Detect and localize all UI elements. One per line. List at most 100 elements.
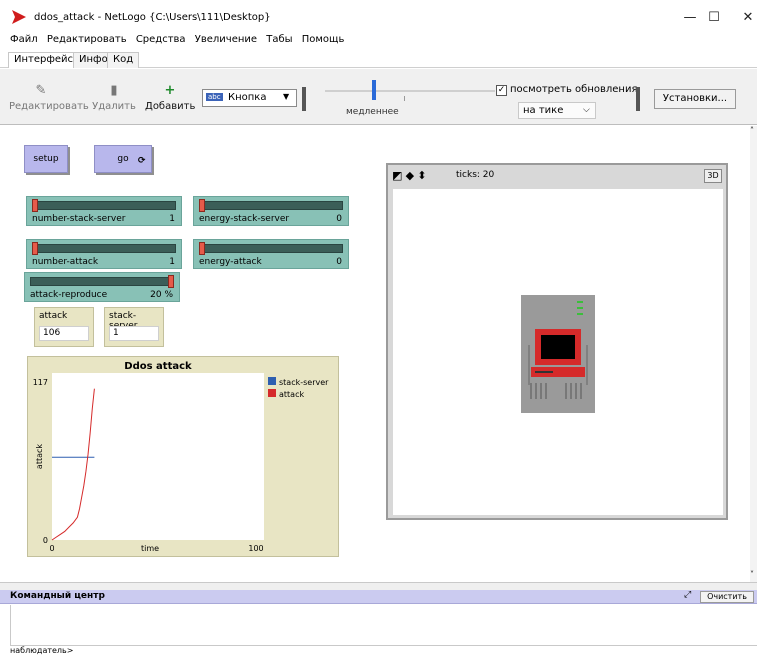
interface-scrollbar[interactable]: ˄ ˅ — [750, 126, 757, 582]
settings-button[interactable]: Установки... — [654, 89, 736, 109]
slider-knob[interactable] — [199, 242, 205, 255]
menu-tools[interactable]: Средства — [136, 34, 186, 45]
slider-track[interactable] — [199, 201, 343, 210]
delete-label: Удалить — [92, 101, 136, 112]
slider-number-stack-server[interactable]: number-stack-server 1 — [26, 196, 182, 226]
edit-label: Редактировать — [9, 101, 89, 112]
tab-interface[interactable]: Интерфейс — [8, 52, 80, 68]
menu-tabs[interactable]: Табы — [266, 34, 292, 45]
window-title: ddos_attack - NetLogo {C:\Users\111\Desk… — [34, 12, 271, 23]
slider-track[interactable] — [199, 244, 343, 253]
forever-icon: ⟳ — [138, 156, 146, 166]
ticks-counter: ticks: 20 — [456, 170, 495, 180]
go-label: go — [117, 154, 129, 164]
clear-button[interactable]: Очистить — [700, 591, 754, 603]
menu-zoom[interactable]: Увеличение — [195, 34, 257, 45]
x-tick-label: 100 — [248, 544, 263, 553]
slider-energy-stack-server[interactable]: energy-stack-server 0 — [193, 196, 349, 226]
slider-knob[interactable] — [32, 199, 38, 212]
widget-type-value: Кнопка — [228, 92, 267, 103]
slider-name: attack-reproduce — [30, 290, 108, 300]
view-updates-checkbox[interactable]: ✓ — [496, 85, 507, 96]
menu-bar: Файл Редактировать Средства Увеличение Т… — [0, 34, 757, 50]
trash-icon: ▮ — [110, 83, 118, 98]
slider-name: energy-attack — [199, 257, 262, 267]
plus-icon: + — [164, 83, 176, 98]
add-tool[interactable]: + Добавить — [145, 83, 195, 112]
widget-type-icon: abc — [206, 93, 223, 101]
update-mode-select[interactable]: на тике ⌵ — [518, 102, 596, 119]
slider-knob[interactable] — [168, 275, 174, 288]
speed-slider-track[interactable] — [325, 90, 495, 92]
netlogo-logo-icon — [12, 10, 26, 24]
y-tick-label: 117 — [33, 378, 48, 387]
slider-knob[interactable] — [199, 199, 205, 212]
title-bar: ddos_attack - NetLogo {C:\Users\111\Desk… — [0, 0, 757, 34]
world-view: ◩ ◆ ⬍ ticks: 20 3D — [386, 163, 728, 520]
delete-tool[interactable]: ▮ Удалить — [92, 83, 136, 112]
tab-bar: Интерфейс Инфо Код — [0, 51, 757, 68]
vertical-resize-icon[interactable]: ⬍ — [417, 169, 426, 182]
server-turtle-icon — [521, 295, 595, 413]
expand-icon[interactable]: ⤢ — [684, 590, 691, 600]
horizontal-resize-icon[interactable]: ◆ — [406, 169, 414, 182]
command-center-divider[interactable] — [0, 582, 757, 590]
x-axis-label: time — [141, 544, 159, 553]
add-label: Добавить — [145, 101, 196, 112]
slider-track[interactable] — [30, 277, 174, 286]
setup-label: setup — [33, 154, 59, 164]
command-center-header: Командный центр ⤢ Очистить — [0, 590, 757, 604]
slider-value: 20 % — [150, 290, 173, 300]
x-tick-label: 0 — [49, 544, 54, 553]
slider-knob[interactable] — [32, 242, 38, 255]
close-button[interactable]: ✕ — [728, 6, 757, 30]
scroll-down-icon[interactable]: ˅ — [750, 570, 754, 579]
slider-value: 0 — [336, 257, 342, 267]
slider-number-attack[interactable]: number-attack 1 — [26, 239, 182, 269]
speed-slider-tick — [404, 96, 405, 101]
toolbar-divider — [636, 87, 640, 111]
edit-tool[interactable]: ✎ Редактировать — [9, 83, 89, 112]
pencil-icon: ✎ — [35, 83, 47, 98]
toolbar: ✎ Редактировать ▮ Удалить + Добавить abc… — [0, 69, 757, 125]
toolbar-divider — [302, 87, 306, 111]
update-mode-value: на тике — [523, 105, 564, 116]
menu-edit[interactable]: Редактировать — [47, 34, 127, 45]
go-button[interactable]: go ⟳ — [94, 145, 152, 173]
slider-value: 1 — [169, 257, 175, 267]
speed-slider-thumb[interactable] — [372, 80, 376, 100]
chevron-down-icon: ⌵ — [583, 105, 590, 115]
menu-file[interactable]: Файл — [10, 34, 38, 45]
slider-track[interactable] — [32, 244, 176, 253]
y-tick-label: 0 — [43, 536, 48, 545]
legend-label: stack-server — [279, 378, 329, 387]
wrap-icon[interactable]: ◩ — [392, 169, 402, 182]
scroll-up-icon[interactable]: ˄ — [750, 126, 754, 135]
slider-value: 0 — [336, 214, 342, 224]
slider-name: energy-stack-server — [199, 214, 290, 224]
monitor-name: attack — [39, 311, 68, 321]
tab-code[interactable]: Код — [107, 52, 140, 68]
monitor-value: 1 — [109, 326, 159, 341]
monitor-value: 106 — [39, 326, 89, 341]
legend-swatch — [268, 377, 276, 385]
plot-title: Ddos attack — [124, 361, 192, 372]
view-canvas[interactable] — [393, 189, 723, 515]
plot-chart: Ddos attack 0 117 0 100 time attack stack-serve… — [33, 361, 329, 553]
command-input-line[interactable]: наблюдатель> — [10, 645, 757, 655]
view-controls: ◩ ◆ ⬍ — [392, 169, 442, 183]
setup-button[interactable]: setup — [24, 145, 68, 173]
legend-swatch — [268, 389, 276, 397]
monitor-stack-server: stack-server 1 — [104, 307, 164, 347]
widget-type-select[interactable]: abc Кнопка ▼ — [202, 89, 297, 107]
3d-button[interactable]: 3D — [704, 169, 722, 183]
slider-energy-attack[interactable]: energy-attack 0 — [193, 239, 349, 269]
slider-track[interactable] — [32, 201, 176, 210]
command-center-title: Командный центр — [10, 591, 105, 601]
plot-ddos-attack[interactable]: Ddos attack 0 117 0 100 time attack stack-serve… — [27, 356, 339, 557]
slider-attack-reproduce[interactable]: attack-reproduce 20 % — [24, 272, 180, 302]
menu-help[interactable]: Помощь — [302, 34, 345, 45]
slider-name: number-attack — [32, 257, 99, 267]
view-updates-label: посмотреть обновления — [510, 84, 638, 95]
monitor-attack: attack 106 — [34, 307, 94, 347]
